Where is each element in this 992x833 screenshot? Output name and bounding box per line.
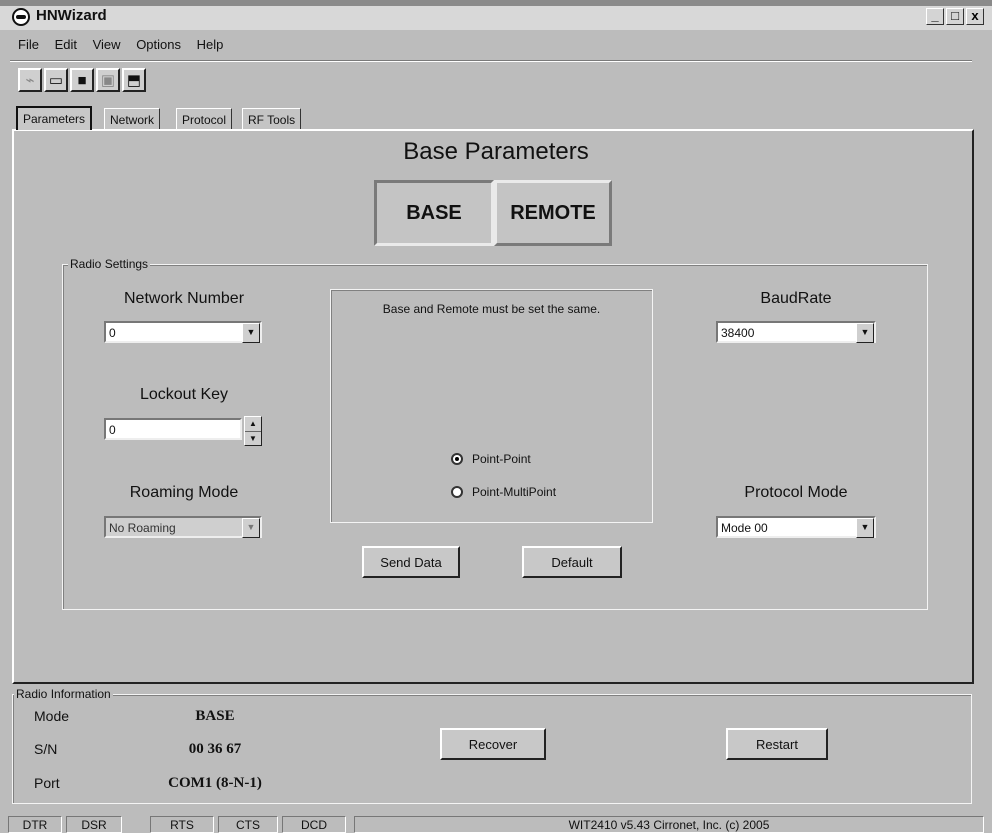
lockout-key-label: Lockout Key — [139, 386, 229, 403]
chevron-down-icon[interactable]: ▼ — [856, 323, 874, 343]
baudrate-select[interactable]: 38400 ▼ — [716, 321, 876, 343]
chevron-down-icon[interactable]: ▼ — [856, 518, 874, 538]
port-label: Port — [34, 775, 60, 791]
recover-button[interactable]: Recover — [440, 728, 546, 760]
plug-icon: ⌁ — [25, 71, 35, 89]
menu-divider — [10, 60, 972, 62]
spin-up-icon[interactable]: ▲ — [245, 417, 261, 432]
remote-button[interactable]: REMOTE — [494, 180, 612, 246]
menu-bar: File Edit View Options Help — [0, 34, 992, 56]
restart-button[interactable]: Restart — [726, 728, 828, 760]
minimize-button[interactable]: _ — [926, 8, 944, 25]
floppy-disk-icon: ■ — [77, 71, 87, 89]
dsr-indicator: DSR — [66, 816, 122, 833]
chevron-down-icon[interactable]: ▼ — [242, 323, 260, 343]
menu-options[interactable]: Options — [136, 34, 181, 52]
mode-label: Mode — [34, 708, 70, 724]
radio-information-label: Radio Information — [14, 687, 113, 701]
roaming-mode-select[interactable]: No Roaming ▼ — [104, 516, 262, 538]
sn-label: S/N — [34, 741, 58, 757]
point-multipoint-radio[interactable] — [451, 486, 463, 498]
status-message: WIT2410 v5.43 Cirronet, Inc. (c) 2005 — [354, 816, 984, 833]
port-value: COM1 (8-N-1) — [168, 775, 262, 791]
baudrate-label: BaudRate — [760, 290, 832, 307]
floppy-disk-icon: ▣ — [100, 71, 116, 89]
page-title: Base Parameters — [403, 138, 589, 165]
send-data-button[interactable]: Send Data — [362, 546, 460, 578]
open-button[interactable]: ▭ — [44, 68, 68, 92]
point-point-label[interactable]: Point-Point — [472, 452, 531, 466]
mode-value: BASE — [195, 708, 235, 724]
menu-file[interactable]: File — [18, 34, 39, 52]
load-button[interactable]: ⬒ — [122, 68, 146, 92]
roaming-mode-label: Roaming Mode — [129, 484, 239, 501]
lockout-key-input[interactable]: 0 — [104, 418, 242, 440]
tab-protocol[interactable]: Protocol — [176, 108, 233, 130]
base-button[interactable]: BASE — [374, 180, 494, 246]
tab-parameters[interactable]: Parameters — [16, 106, 93, 130]
save-button[interactable]: ■ — [70, 68, 94, 92]
chevron-down-icon[interactable]: ▼ — [242, 518, 260, 538]
menu-help[interactable]: Help — [197, 34, 224, 52]
default-button[interactable]: Default — [522, 546, 622, 578]
title-bar — [0, 0, 992, 30]
point-multipoint-label[interactable]: Point-MultiPoint — [472, 485, 556, 499]
maximize-button[interactable]: □ — [946, 8, 964, 25]
folder-arrow-icon: ⬒ — [126, 71, 142, 89]
save-as-button[interactable]: ▣ — [96, 68, 120, 92]
rts-indicator: RTS — [150, 816, 214, 833]
protocol-mode-select[interactable]: Mode 00 ▼ — [716, 516, 876, 538]
dcd-indicator: DCD — [282, 816, 346, 833]
spin-down-icon[interactable]: ▼ — [245, 432, 261, 446]
app-icon — [12, 8, 30, 26]
menu-edit[interactable]: Edit — [55, 34, 77, 52]
radio-settings-label: Radio Settings — [68, 257, 151, 271]
settings-note: Base and Remote must be set the same. — [382, 302, 601, 316]
lockout-key-stepper[interactable]: ▲ ▼ — [244, 416, 262, 446]
connect-button[interactable]: ⌁ — [18, 68, 42, 92]
folder-open-icon: ▭ — [48, 71, 64, 89]
sn-value: 00 36 67 — [188, 741, 242, 757]
tab-network[interactable]: Network — [104, 108, 161, 130]
tab-rf-tools[interactable]: RF Tools — [242, 108, 302, 130]
network-number-select[interactable]: 0 ▼ — [104, 321, 262, 343]
point-point-radio[interactable] — [451, 453, 463, 465]
cts-indicator: CTS — [218, 816, 278, 833]
protocol-mode-label: Protocol Mode — [744, 484, 848, 501]
network-number-label: Network Number — [123, 290, 245, 307]
close-button[interactable]: x — [966, 8, 984, 25]
menu-view[interactable]: View — [93, 34, 121, 52]
window-title: HNWizard — [36, 7, 107, 24]
dtr-indicator: DTR — [8, 816, 62, 833]
